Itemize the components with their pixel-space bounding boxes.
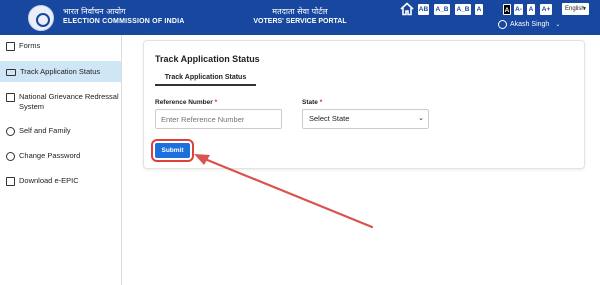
- state-label-text: State: [302, 99, 318, 106]
- page-title: Track Application Status: [155, 54, 260, 64]
- state-label: State *: [302, 99, 322, 106]
- sidebar-item-self-and-family[interactable]: Self and Family: [0, 126, 121, 140]
- language-select[interactable]: English ▼: [562, 3, 589, 15]
- reference-number-input[interactable]: [155, 109, 282, 129]
- home-icon[interactable]: [400, 2, 414, 16]
- toolbar-text-ab[interactable]: AB: [418, 4, 429, 15]
- sidebar-item-label: Track Application Status: [20, 66, 101, 76]
- sidebar-item-label: Self and Family: [19, 126, 71, 135]
- toolbar-text-spacing-2[interactable]: A_B: [455, 4, 471, 15]
- toolbar-font-increase[interactable]: A+: [540, 4, 552, 15]
- required-mark: *: [214, 99, 218, 106]
- family-icon: [6, 127, 15, 136]
- toolbar-text-spacing-1[interactable]: A_B: [434, 4, 450, 15]
- sidebar-item-forms[interactable]: Forms: [0, 41, 121, 55]
- submit-button[interactable]: Submit: [151, 139, 194, 162]
- org-name-hindi: भारत निर्वाचन आयोग: [63, 7, 126, 16]
- reference-number-label: Reference Number *: [155, 99, 217, 106]
- reference-number-label-text: Reference Number: [155, 99, 213, 106]
- chevron-down-icon: ⌄: [555, 22, 561, 28]
- document-icon: [6, 93, 15, 102]
- sidebar-item-download-e-epic[interactable]: Download e-EPIC: [0, 176, 121, 190]
- key-icon: [6, 152, 15, 161]
- sidebar-item-label: Change Password: [19, 151, 81, 160]
- state-select[interactable]: Select State ⌄: [302, 109, 429, 129]
- toolbar-contrast-dark[interactable]: A: [503, 4, 511, 15]
- user-menu[interactable]: Akash Singh ⌄: [498, 20, 560, 29]
- toolbar-font-normal[interactable]: A: [527, 4, 535, 15]
- portal-name-hindi: मतदाता सेवा पोर्टल: [272, 7, 328, 16]
- form-icon: [6, 42, 15, 51]
- user-name: Akash Singh: [510, 21, 550, 28]
- portal-name-english: VOTERS' SERVICE PORTAL: [253, 18, 347, 25]
- toolbar-contrast-light[interactable]: A: [475, 4, 483, 15]
- sidebar-item-track-application-status[interactable]: Track Application Status: [0, 61, 121, 82]
- sidebar-item-national-grievance[interactable]: National Grievance Redressal System: [0, 92, 121, 116]
- sidebar-item-label: National Grievance Redressal System: [19, 92, 119, 111]
- toolbar-font-decrease[interactable]: A-: [514, 4, 523, 15]
- sidebar-item-change-password[interactable]: Change Password: [0, 151, 121, 165]
- state-select-value: Select State: [309, 114, 350, 123]
- sidebar-item-label: Forms: [19, 41, 41, 50]
- chevron-down-icon: ⌄: [418, 115, 424, 122]
- sidebar-item-label: Download e-EPIC: [19, 176, 79, 185]
- track-status-card: Track Application Status Track Applicati…: [143, 40, 585, 169]
- download-icon: [6, 177, 15, 186]
- tab-track-application-status[interactable]: Track Application Status: [155, 72, 256, 86]
- chevron-down-icon: ▼: [582, 6, 587, 12]
- sidebar: Forms Track Application Status National …: [0, 35, 122, 285]
- user-icon: [498, 20, 507, 29]
- required-mark: *: [319, 99, 323, 106]
- top-header: भारत निर्वाचन आयोग ELECTION COMMISSION O…: [0, 0, 600, 35]
- truck-icon: [6, 69, 16, 76]
- org-name-english: ELECTION COMMISSION OF INDIA: [63, 18, 185, 25]
- eci-logo: [28, 5, 54, 31]
